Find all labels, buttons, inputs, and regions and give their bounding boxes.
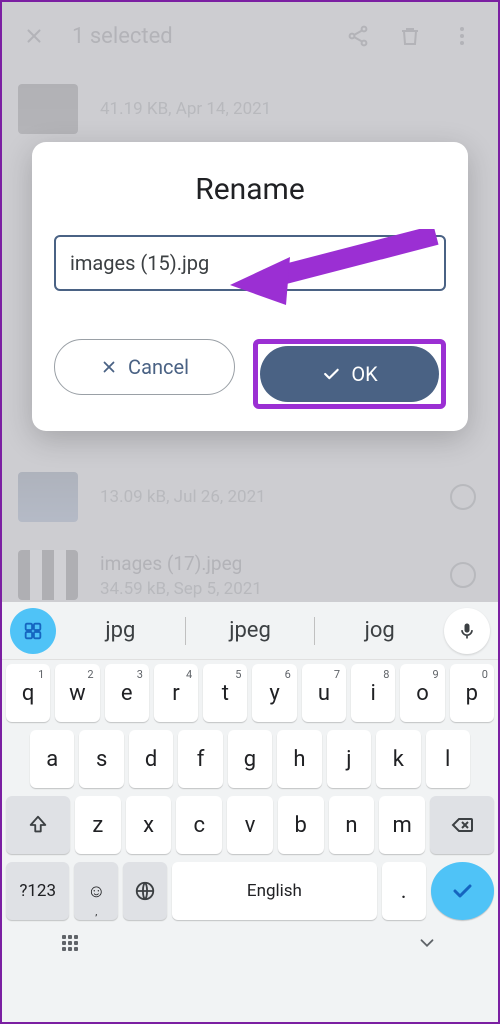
soft-keyboard: jpg jpeg jog q1w2e3r4t5y6u7i8o9p0 asdfgh… (2, 602, 498, 1022)
key-g[interactable]: g (228, 730, 272, 788)
screen-frame: 1 selected 41.19 KB, Apr 14, 2021 13.09 … (0, 0, 500, 1024)
keyboard-row: zxcvbnm (2, 792, 498, 858)
cancel-button[interactable]: Cancel (54, 339, 235, 395)
backspace-key[interactable] (430, 796, 494, 854)
key-i[interactable]: i8 (351, 664, 395, 722)
key-q[interactable]: q1 (6, 664, 50, 722)
shift-key[interactable] (6, 796, 70, 854)
period-key[interactable]: . (382, 862, 426, 920)
key-x[interactable]: x (126, 796, 172, 854)
key-j[interactable]: j (327, 730, 371, 788)
key-e[interactable]: e3 (105, 664, 149, 722)
key-v[interactable]: v (227, 796, 273, 854)
key-z[interactable]: z (75, 796, 121, 854)
key-a[interactable]: a (30, 730, 74, 788)
keyboard-row: q1w2e3r4t5y6u7i8o9p0 (2, 660, 498, 726)
dialog-button-row: Cancel OK (54, 339, 446, 409)
check-icon (321, 364, 341, 384)
collapse-keyboard-icon[interactable] (416, 932, 438, 954)
emoji-key[interactable]: ☺, (74, 862, 118, 920)
mic-icon[interactable] (444, 608, 490, 654)
dialog-title: Rename (54, 172, 446, 207)
key-r[interactable]: r4 (154, 664, 198, 722)
suggestion-bar: jpg jpeg jog (2, 602, 498, 660)
enter-key[interactable] (431, 862, 494, 920)
suggestion-item[interactable]: jpeg (186, 618, 315, 643)
key-h[interactable]: h (277, 730, 321, 788)
keyboard-row: ?123 ☺, English . (2, 858, 498, 924)
rename-dialog: Rename Cancel OK (32, 142, 468, 431)
keyboard-handle-icon[interactable] (62, 935, 78, 951)
key-c[interactable]: c (176, 796, 222, 854)
rename-input[interactable] (54, 235, 446, 291)
key-f[interactable]: f (178, 730, 222, 788)
ok-button[interactable]: OK (260, 346, 439, 402)
key-p[interactable]: p0 (450, 664, 494, 722)
key-o[interactable]: o9 (400, 664, 444, 722)
language-key[interactable] (123, 862, 167, 920)
system-nav-bar (2, 924, 498, 962)
key-l[interactable]: l (426, 730, 470, 788)
key-t[interactable]: t5 (203, 664, 247, 722)
key-d[interactable]: d (129, 730, 173, 788)
annotation-ok-highlight: OK (253, 339, 446, 409)
keyboard-row: asdfghjkl (2, 726, 498, 792)
cancel-label: Cancel (128, 355, 189, 379)
key-y[interactable]: y6 (252, 664, 296, 722)
key-m[interactable]: m (379, 796, 425, 854)
space-key[interactable]: English (172, 862, 377, 920)
ok-label: OK (351, 362, 377, 386)
key-b[interactable]: b (278, 796, 324, 854)
key-n[interactable]: n (329, 796, 375, 854)
key-s[interactable]: s (79, 730, 123, 788)
suggestion-item[interactable]: jog (315, 618, 444, 643)
close-icon (100, 358, 118, 376)
key-k[interactable]: k (376, 730, 420, 788)
key-u[interactable]: u7 (302, 664, 346, 722)
clipboard-icon[interactable] (10, 608, 56, 654)
mode-switch-key[interactable]: ?123 (6, 862, 69, 920)
key-w[interactable]: w2 (55, 664, 99, 722)
suggestion-item[interactable]: jpg (56, 618, 185, 643)
